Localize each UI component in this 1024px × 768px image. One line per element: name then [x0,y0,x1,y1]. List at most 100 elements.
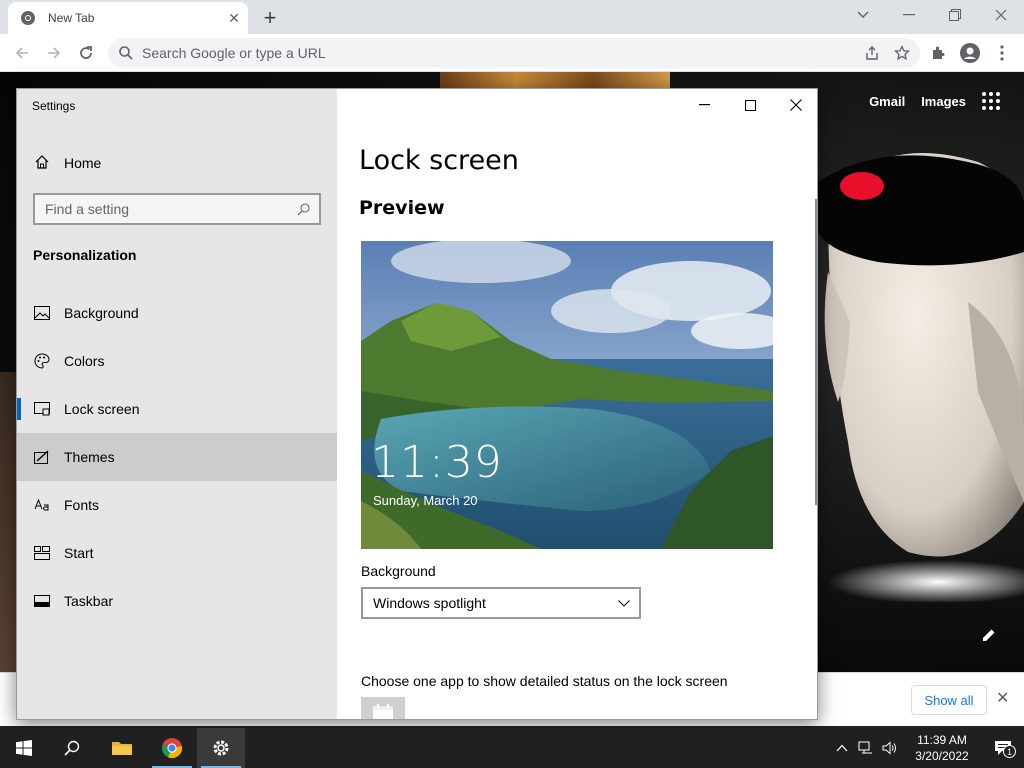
sidebar-item-colors[interactable]: Colors [17,337,337,385]
picture-icon [34,305,50,321]
taskbar-search-button[interactable] [48,728,96,768]
sidebar-item-start[interactable]: Start [17,529,337,577]
minimize-icon[interactable] [681,89,727,121]
sidebar-item-lock-screen[interactable]: Lock screen [17,385,337,433]
minimize-icon[interactable] [886,0,932,30]
reload-icon[interactable] [72,39,100,67]
sidebar-item-home[interactable]: Home [17,147,337,179]
sidebar-item-label: Colors [64,353,105,369]
volume-icon[interactable] [878,741,902,755]
chrome-icon [162,738,183,759]
sidebar-item-label: Taskbar [64,593,114,609]
background-label: Background [361,563,436,579]
settings-search-field[interactable] [33,193,321,225]
images-link[interactable]: Images [921,94,966,109]
sidebar-item-taskbar[interactable]: Taskbar [17,577,337,625]
google-apps-icon[interactable] [982,92,1000,110]
settings-nav: Background Colors Lock screen Themes Fon… [17,289,337,625]
windows-taskbar: 11:39 AM 3/20/2022 1 [0,728,1024,768]
lock-screen-icon [34,401,50,417]
themes-icon [34,449,50,465]
notification-count: 1 [1003,745,1016,758]
home-label: Home [64,155,102,171]
home-icon [34,154,50,173]
share-icon[interactable] [864,45,880,61]
palette-icon [34,353,50,369]
close-icon[interactable] [978,0,1024,30]
chrome-icon [21,11,35,25]
taskbar-clock[interactable]: 11:39 AM 3/20/2022 [902,732,982,764]
gear-icon [213,740,229,756]
search-icon [289,202,319,216]
tab-search-icon[interactable] [840,0,886,30]
tab-close-icon[interactable]: ✕ [220,4,248,32]
omnibox-placeholder: Search Google or type a URL [142,45,326,61]
settings-search-input[interactable] [45,201,289,217]
settings-window: Settings Home Personalization Background [16,88,818,720]
customize-pencil-icon[interactable] [982,628,996,647]
tab-new-tab[interactable]: New Tab ✕ [8,2,248,34]
sidebar-item-label: Themes [64,449,115,465]
toolbar-actions [924,39,1016,67]
extensions-icon[interactable] [924,39,952,67]
browser-toolbar: Search Google or type a URL [0,34,1024,72]
calendar-icon [373,704,393,719]
taskbar-date: 3/20/2022 [915,749,969,763]
sidebar-item-themes[interactable]: Themes [17,433,337,481]
new-tab-icon[interactable]: + [256,4,284,32]
settings-window-controls [681,89,817,121]
windows-logo-icon [16,740,32,756]
forward-icon[interactable] [40,39,68,67]
sidebar-item-label: Start [64,545,94,561]
search-icon [119,46,133,60]
profile-icon[interactable] [956,39,984,67]
maximize-icon[interactable] [727,89,773,121]
app-status-label: Choose one app to show detailed status o… [361,673,728,689]
preview-heading: Preview [359,197,445,219]
window-title: Settings [32,99,76,113]
settings-taskbar-button[interactable] [197,728,245,768]
taskbar-icon [34,593,50,609]
calendar-app-tile[interactable] [361,697,405,719]
section-heading: Personalization [33,247,137,263]
omnibox[interactable]: Search Google or type a URL [108,38,920,68]
network-icon[interactable] [854,741,878,755]
chevron-up-icon[interactable] [830,744,854,752]
tab-title: New Tab [48,11,95,25]
start-icon [34,545,50,561]
close-icon[interactable] [773,89,817,121]
sidebar-item-label: Fonts [64,497,100,513]
background-image-band [440,72,670,88]
star-icon[interactable] [894,45,910,61]
fonts-icon [34,497,50,513]
chrome-taskbar-button[interactable] [148,728,196,768]
taskbar-time: 11:39 AM [917,733,967,747]
background-robot-image [818,153,1024,602]
start-button[interactable] [0,728,48,768]
chevron-down-icon [609,599,639,607]
show-all-button[interactable]: Show all [911,685,987,715]
sidebar-item-label: Lock screen [64,401,140,417]
google-links: Gmail Images [869,92,1024,110]
preview-date: Sunday, March 20 [373,493,478,508]
notification-center-button[interactable]: 1 [982,740,1024,758]
file-explorer-button[interactable] [98,728,146,768]
menu-icon[interactable] [988,39,1016,67]
gmail-link[interactable]: Gmail [869,94,905,109]
sidebar-item-background[interactable]: Background [17,289,337,337]
content-scrollbar[interactable] [815,199,817,505]
browser-window-controls [840,0,1024,30]
search-icon [64,740,80,756]
sidebar-item-fonts[interactable]: Fonts [17,481,337,529]
settings-content: Lock screen Preview 11:39 Sunday, March … [337,89,817,719]
browser-tab-strip: New Tab ✕ + [0,0,1024,34]
back-icon[interactable] [8,39,36,67]
page-title: Lock screen [359,145,519,176]
restore-icon[interactable] [932,0,978,30]
system-tray: 11:39 AM 3/20/2022 1 [830,728,1024,768]
background-dropdown[interactable]: Windows spotlight [361,587,641,619]
background-dropdown-value: Windows spotlight [373,595,486,611]
lock-screen-preview: 11:39 Sunday, March 20 [361,241,773,549]
dismiss-close-icon[interactable]: ✕ [996,688,1009,708]
folder-icon [112,742,132,755]
